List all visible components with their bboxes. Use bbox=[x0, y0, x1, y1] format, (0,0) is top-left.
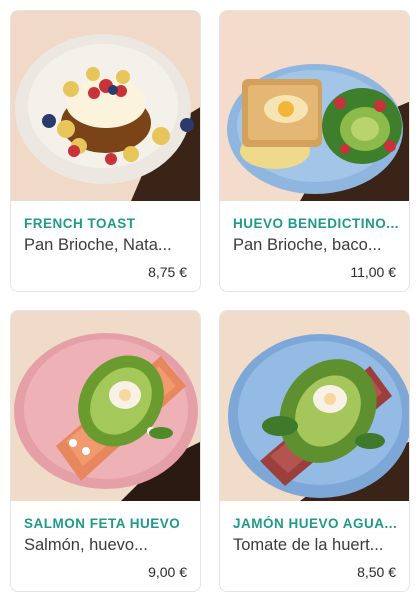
item-description: Salmón, huevo... bbox=[24, 536, 148, 554]
item-description: Tomate de la huert... bbox=[233, 536, 384, 554]
item-price: 8,75 € bbox=[148, 264, 187, 280]
ham-egg-toast-photo bbox=[220, 311, 409, 501]
item-name: FRENCH TOAST bbox=[24, 216, 136, 231]
item-price: 11,00 € bbox=[350, 264, 396, 280]
eggs-benedict-photo bbox=[220, 11, 409, 201]
menu-item-card[interactable]: SALMON FETA HUEVO Salmón, huevo... 9,00 … bbox=[10, 310, 201, 592]
item-description: Pan Brioche, Nata... bbox=[24, 236, 172, 254]
item-name: SALMON FETA HUEVO bbox=[24, 516, 181, 531]
french-toast-photo bbox=[11, 11, 200, 201]
item-price: 8,50 € bbox=[357, 564, 396, 580]
item-name: JAMÓN HUEVO AGUA... bbox=[233, 516, 398, 531]
menu-item-card[interactable]: HUEVO BENEDICTINO... Pan Brioche, baco..… bbox=[219, 10, 410, 292]
salmon-toast-photo bbox=[11, 311, 200, 501]
menu-item-card[interactable]: JAMÓN HUEVO AGUA... Tomate de la huert..… bbox=[219, 310, 410, 592]
item-name: HUEVO BENEDICTINO... bbox=[233, 216, 400, 231]
menu-item-card[interactable]: FRENCH TOAST Pan Brioche, Nata... 8,75 € bbox=[10, 10, 201, 292]
item-price: 9,00 € bbox=[148, 564, 187, 580]
item-description: Pan Brioche, baco... bbox=[233, 236, 382, 254]
